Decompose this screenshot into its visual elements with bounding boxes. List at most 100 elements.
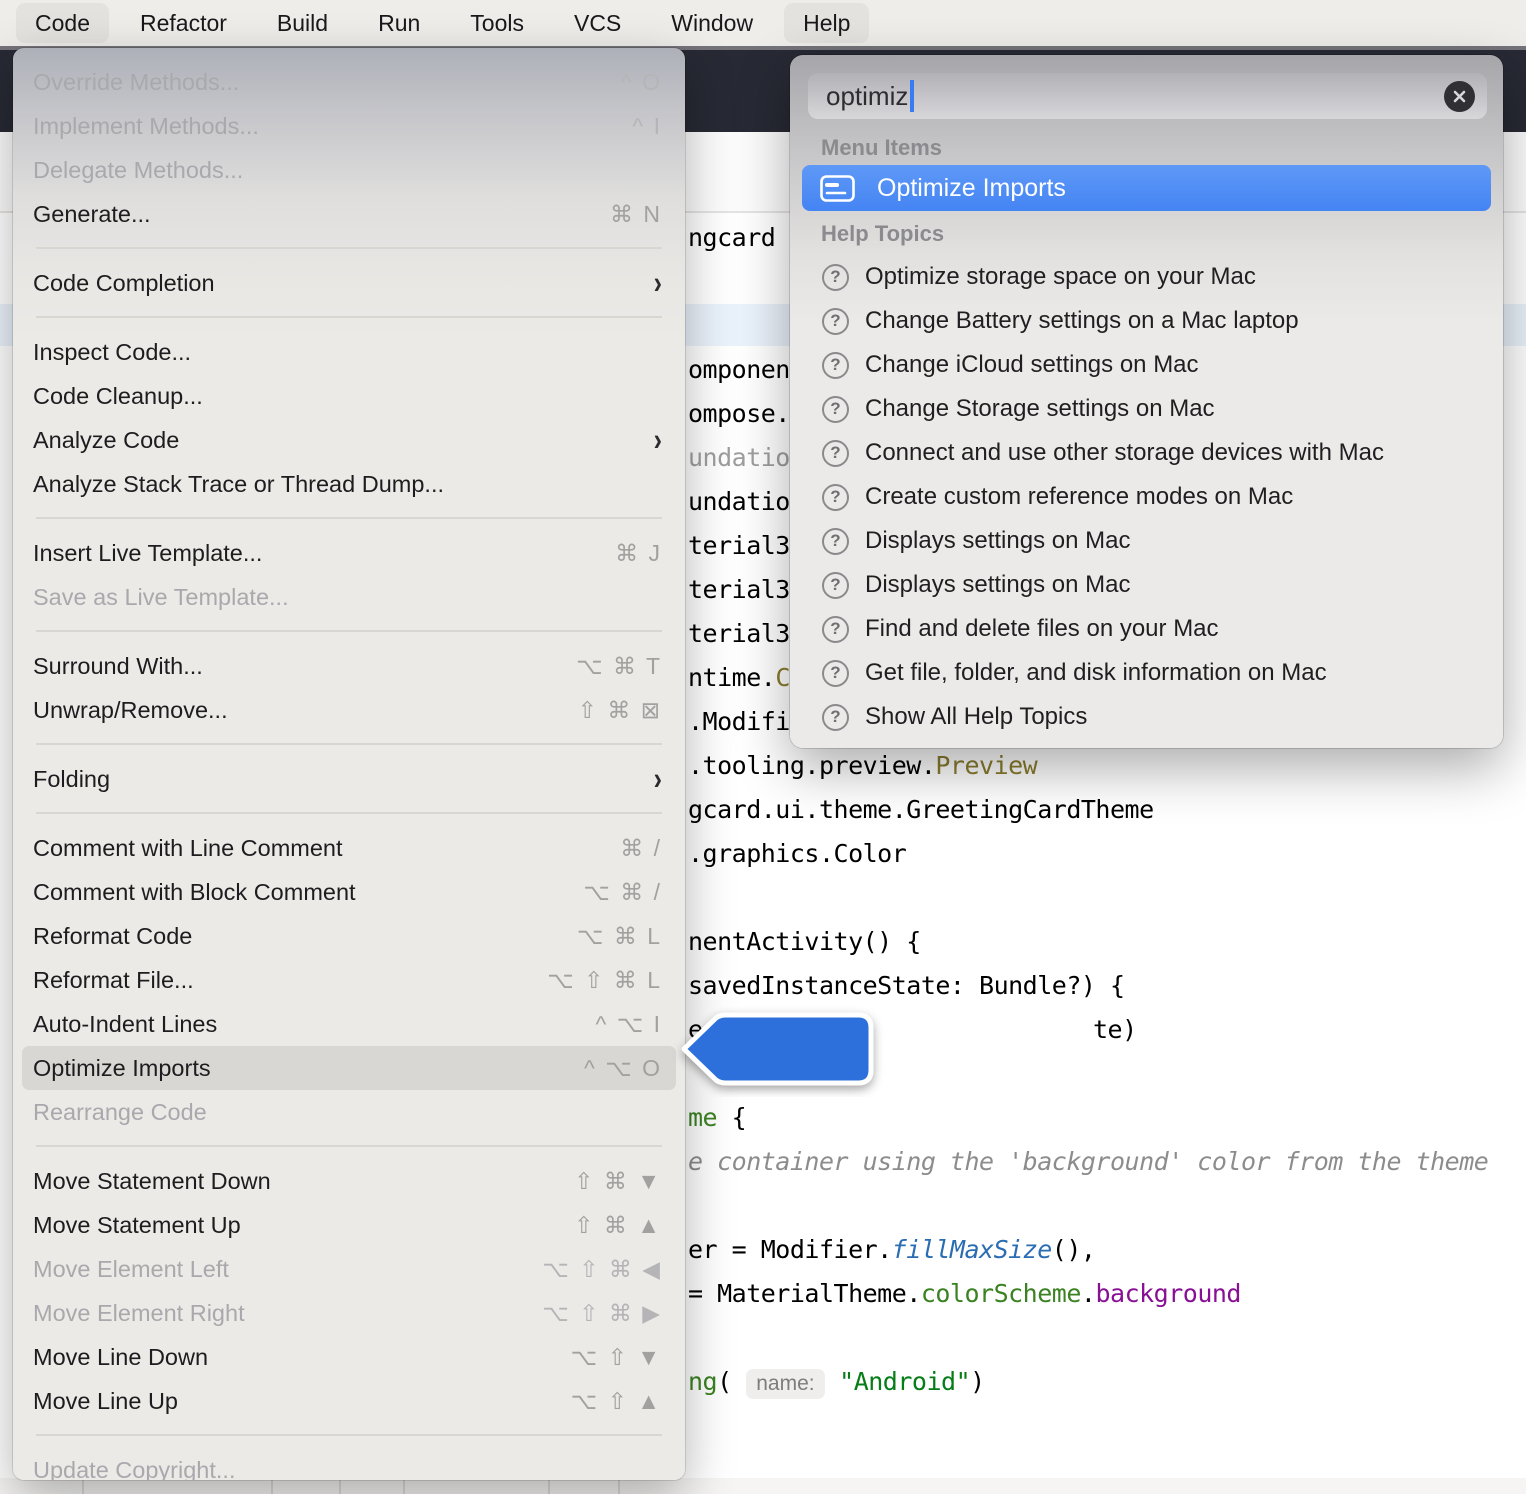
menu-item-shortcut: ⌥ ⇧ ⌘ ▶ <box>542 1300 662 1327</box>
code-line: er = Modifier.fillMaxSize(), <box>688 1234 1095 1266</box>
question-mark-icon: ? <box>822 440 849 467</box>
inlay-hint: name: <box>746 1369 824 1399</box>
code-line: gcard.ui.theme.GreetingCardTheme <box>688 794 1154 826</box>
question-mark-icon: ? <box>822 616 849 643</box>
help-topic-optimize-storage-space-on-your-mac[interactable]: ?Optimize storage space on your Mac <box>790 255 1503 299</box>
menu-item-shortcut: ⌥ ⇧ ⌘ L <box>547 967 662 994</box>
help-topic-change-storage-settings-on-mac[interactable]: ?Change Storage settings on Mac <box>790 387 1503 431</box>
code-line: savedInstanceState: Bundle?) { <box>688 970 1125 1002</box>
code-line: ompose. <box>688 398 790 430</box>
menu-item-shortcut: ⇧ ⌘ ⊠ <box>578 697 662 724</box>
menu-item-analyze-code[interactable]: Analyze Code› <box>22 418 676 462</box>
help-topic-label: Change iCloud settings on Mac <box>865 351 1199 379</box>
menu-item-override-methods: Override Methods...^ O <box>22 60 676 104</box>
help-topic-get-file-folder-and-disk-information-on-mac[interactable]: ? Get file, folder, and disk information … <box>790 651 1503 695</box>
menubar-item-tools[interactable]: Tools <box>451 3 543 43</box>
menubar-item-run[interactable]: Run <box>359 3 439 43</box>
code-line: te) <box>1093 1014 1137 1046</box>
help-topic-displays-settings-on-mac[interactable]: ? Displays settings on Mac <box>790 563 1503 607</box>
search-result-optimize-imports[interactable]: Optimize Imports <box>802 165 1491 211</box>
menu-item-auto-indent-lines[interactable]: Auto-Indent Lines^ ⌥ I <box>22 1002 676 1046</box>
menu-item-label: Analyze Code <box>33 427 654 454</box>
menu-item-shortcut: ^ O <box>621 69 662 96</box>
menu-item-move-element-right: Move Element Right⌥ ⇧ ⌘ ▶ <box>22 1291 676 1335</box>
menu-item-shortcut: ^ ⌥ O <box>584 1055 662 1082</box>
menu-item-shortcut: ^ ⌥ I <box>596 1011 662 1038</box>
menu-item-reformat-file[interactable]: Reformat File...⌥ ⇧ ⌘ L <box>22 958 676 1002</box>
menu-item-comment-with-line-comment[interactable]: Comment with Line Comment⌘ / <box>22 826 676 870</box>
help-topic-label: Displays settings on Mac <box>865 571 1130 599</box>
menu-separator <box>36 517 662 519</box>
menu-item-label: Update Copyright... <box>33 1457 662 1481</box>
menubar-item-vcs[interactable]: VCS <box>555 3 640 43</box>
menu-item-inspect-code[interactable]: Inspect Code... <box>22 330 676 374</box>
menu-item-label: Optimize Imports <box>33 1055 584 1082</box>
help-topic-displays-settings-on-mac[interactable]: ?Displays settings on Mac <box>790 519 1503 563</box>
menu-item-label: Move Statement Down <box>33 1168 574 1195</box>
code-line: .tooling.preview.Preview <box>688 750 1037 782</box>
menu-separator <box>36 247 662 249</box>
menubar-item-help[interactable]: Help <box>784 3 869 43</box>
menubar-item-refactor[interactable]: Refactor <box>121 3 246 43</box>
question-mark-icon: ? <box>822 660 849 687</box>
menu-item-label: Reformat Code <box>33 923 577 950</box>
menu-item-shortcut: ⌥ ⌘ L <box>577 923 662 950</box>
question-mark-icon: ? <box>822 704 849 731</box>
menu-bar: Code Refactor Build Run Tools VCS Window Help <box>0 0 1526 46</box>
clear-search-button[interactable] <box>1444 81 1475 112</box>
code-line: terial3 <box>688 618 790 650</box>
menu-item-label: Rearrange Code <box>33 1099 662 1126</box>
question-mark-icon: ? <box>822 572 849 599</box>
menu-item-insert-live-template[interactable]: Insert Live Template...⌘ J <box>22 531 676 575</box>
help-topic-label: Change Battery settings on a Mac laptop <box>865 307 1299 335</box>
menu-item-folding[interactable]: Folding› <box>22 757 676 801</box>
menu-item-move-statement-up[interactable]: Move Statement Up⇧ ⌘ ▲ <box>22 1203 676 1247</box>
menu-item-reformat-code[interactable]: Reformat Code⌥ ⌘ L <box>22 914 676 958</box>
menu-item-move-line-up[interactable]: Move Line Up⌥ ⇧ ▲ <box>22 1379 676 1423</box>
menu-item-label: Surround With... <box>33 653 576 680</box>
menu-item-shortcut: ⇧ ⌘ ▲ <box>574 1212 662 1239</box>
help-topic-label: Show All Help Topics <box>865 703 1087 731</box>
help-topic-create-custom-reference-modes-on-mac[interactable]: ?Create custom reference modes on Mac <box>790 475 1503 519</box>
menu-item-move-element-left: Move Element Left⌥ ⇧ ⌘ ◀ <box>22 1247 676 1291</box>
menu-item-label: Save as Live Template... <box>33 584 662 611</box>
menu-item-unwrap-remove[interactable]: Unwrap/Remove...⇧ ⌘ ⊠ <box>22 688 676 732</box>
menu-item-label: Move Line Down <box>33 1344 571 1371</box>
menu-item-shortcut: ⌥ ⇧ ▼ <box>571 1344 662 1371</box>
menu-item-label: Reformat File... <box>33 967 547 994</box>
help-search-input[interactable]: optimiz <box>808 73 1487 119</box>
menu-item-shortcut: ⌘ N <box>610 201 662 228</box>
menu-item-comment-with-block-comment[interactable]: Comment with Block Comment⌥ ⌘ / <box>22 870 676 914</box>
menubar-item-window[interactable]: Window <box>652 3 772 43</box>
help-topic-show-all-help-topics[interactable]: ? Show All Help Topics <box>790 695 1503 739</box>
menu-item-rearrange-code: Rearrange Code <box>22 1090 676 1134</box>
code-line: nentActivity() { <box>688 926 921 958</box>
menubar-item-build[interactable]: Build <box>258 3 347 43</box>
help-topic-change-battery-settings-on-a-mac-laptop[interactable]: ? Change Battery settings on a Mac laptop <box>790 299 1503 343</box>
callout-arrow <box>668 1001 888 1097</box>
help-topic-find-and-delete-files-on-your-mac[interactable]: ?Find and delete files on your Mac <box>790 607 1503 651</box>
menubar-item-code[interactable]: Code <box>16 3 109 43</box>
menu-item-code-completion[interactable]: Code Completion› <box>22 261 676 305</box>
menu-item-shortcut: ⌘ J <box>615 540 662 567</box>
menu-item-label: Override Methods... <box>33 69 621 96</box>
menu-item-optimize-imports[interactable]: Optimize Imports^ ⌥ O <box>22 1046 676 1090</box>
help-topic-label: Get file, folder, and disk information o… <box>865 659 1327 687</box>
help-topic-change-icloud-settings-on-mac[interactable]: ?Change iCloud settings on Mac <box>790 343 1503 387</box>
menu-item-shortcut: ⇧ ⌘ ▼ <box>574 1168 662 1195</box>
menu-item-surround-with[interactable]: Surround With...⌥ ⌘ T <box>22 644 676 688</box>
question-mark-icon: ? <box>822 308 849 335</box>
help-topic-connect-and-use-other-storage-devices-with-mac[interactable]: ?Connect and use other storage devices w… <box>790 431 1503 475</box>
code-menu: Override Methods...^ OImplement Methods.… <box>13 48 685 1480</box>
menu-item-generate[interactable]: Generate...⌘ N <box>22 192 676 236</box>
menu-separator <box>36 630 662 632</box>
menu-item-save-as-live-template: Save as Live Template... <box>22 575 676 619</box>
menu-item-move-line-down[interactable]: Move Line Down⌥ ⇧ ▼ <box>22 1335 676 1379</box>
menu-item-shortcut: ⌥ ⇧ ▲ <box>571 1388 662 1415</box>
menu-item-analyze-stack-trace-or-thread-dump[interactable]: Analyze Stack Trace or Thread Dump... <box>22 462 676 506</box>
menu-item-move-statement-down[interactable]: Move Statement Down⇧ ⌘ ▼ <box>22 1159 676 1203</box>
menu-item-shortcut: ⌥ ⇧ ⌘ ◀ <box>542 1256 662 1283</box>
submenu-chevron-icon: › <box>654 422 662 458</box>
menu-item-label: Inspect Code... <box>33 339 662 366</box>
menu-item-code-cleanup[interactable]: Code Cleanup... <box>22 374 676 418</box>
